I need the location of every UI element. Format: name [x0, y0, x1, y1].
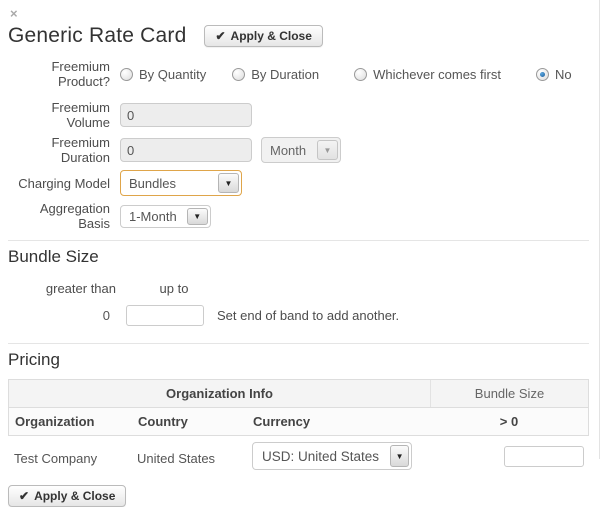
radio-label: By Quantity [139, 67, 206, 82]
band-end-input[interactable] [126, 305, 204, 326]
currency-cell: USD: United States ▼ [246, 438, 429, 474]
pricing-column-header-row: Organization Country Currency > 0 [9, 408, 588, 435]
chevron-down-icon: ▼ [187, 208, 208, 225]
currency-select[interactable]: USD: United States ▼ [252, 442, 412, 470]
band-row: 0 Set end of band to add another. [8, 305, 589, 326]
freemium-duration-input[interactable] [120, 138, 252, 162]
freemium-volume-input[interactable] [120, 103, 252, 127]
bundle-price-input[interactable] [504, 446, 584, 467]
charging-model-select[interactable]: Bundles ▼ [120, 170, 242, 196]
bundle-size-title: Bundle Size [8, 247, 589, 267]
apply-close-button-top[interactable]: ✔ Apply & Close [204, 25, 322, 47]
footer: ✔ Apply & Close [8, 485, 589, 507]
aggregation-basis-row: Aggregation Basis 1-Month ▼ [8, 201, 589, 231]
currency-column-header: Currency [247, 408, 430, 435]
pricing-table-body: Test Company United States USD: United S… [8, 438, 589, 474]
freemium-product-label: Freemium Product? [8, 59, 120, 89]
radio-option-no[interactable]: No [536, 67, 572, 82]
freemium-duration-row: Freemium Duration Month ▼ [8, 135, 589, 165]
freemium-product-row: Freemium Product? By Quantity By Duratio… [8, 59, 589, 89]
radio-option-by-quantity[interactable]: By Quantity [120, 67, 206, 82]
duration-unit-value: Month [262, 143, 315, 158]
section-divider [8, 343, 589, 344]
bundle-band-column-header: > 0 [430, 408, 588, 435]
organization-cell: Test Company [8, 443, 131, 470]
check-icon: ✔ [19, 489, 29, 503]
band-headers: greater than up to [8, 281, 589, 296]
chevron-down-icon: ▼ [317, 140, 338, 160]
organization-column-header: Organization [9, 408, 132, 435]
aggregation-basis-value: 1-Month [121, 209, 185, 224]
apply-close-button-bottom[interactable]: ✔ Apply & Close [8, 485, 126, 507]
band-hint-text: Set end of band to add another. [217, 308, 399, 323]
organization-info-group-header: Organization Info [9, 380, 430, 407]
close-icon[interactable]: × [8, 7, 20, 21]
pricing-title: Pricing [8, 350, 589, 370]
radio-option-by-duration[interactable]: By Duration [232, 67, 319, 82]
freemium-volume-row: Freemium Volume [8, 100, 589, 130]
check-icon: ✔ [215, 29, 225, 43]
radio-icon[interactable] [354, 68, 367, 81]
page-title: Generic Rate Card [8, 24, 186, 48]
duration-unit-select[interactable]: Month ▼ [261, 137, 341, 163]
bundle-size-group-header: Bundle Size [430, 380, 588, 407]
chevron-down-icon: ▼ [390, 445, 409, 467]
radio-label: Whichever comes first [373, 67, 501, 82]
apply-close-label: Apply & Close [34, 489, 115, 503]
radio-icon-selected[interactable] [536, 68, 549, 81]
section-divider [8, 240, 589, 241]
aggregation-basis-label: Aggregation Basis [8, 201, 120, 231]
table-row: Test Company United States USD: United S… [8, 438, 589, 474]
up-to-header: up to [126, 281, 222, 296]
chevron-down-icon: ▼ [218, 173, 239, 193]
bundle-price-cell [429, 442, 589, 471]
apply-close-label: Apply & Close [231, 29, 312, 43]
pricing-table: Organization Info Bundle Size Organizati… [8, 379, 589, 436]
country-cell: United States [131, 443, 246, 470]
charging-model-row: Charging Model Bundles ▼ [8, 170, 589, 196]
radio-option-whichever-first[interactable]: Whichever comes first [354, 67, 501, 82]
aggregation-basis-select[interactable]: 1-Month ▼ [120, 205, 211, 228]
header: Generic Rate Card ✔ Apply & Close [8, 24, 589, 48]
radio-label: No [555, 67, 572, 82]
radio-icon[interactable] [120, 68, 133, 81]
rate-card-panel: × Generic Rate Card ✔ Apply & Close Free… [0, 0, 599, 507]
band-start-value: 0 [8, 308, 110, 323]
radio-label: By Duration [251, 67, 319, 82]
country-column-header: Country [132, 408, 247, 435]
greater-than-header: greater than [8, 281, 116, 296]
currency-value: USD: United States [253, 449, 388, 464]
charging-model-value: Bundles [121, 176, 216, 191]
freemium-duration-label: Freemium Duration [8, 135, 120, 165]
charging-model-label: Charging Model [8, 176, 120, 191]
freemium-volume-label: Freemium Volume [8, 100, 120, 130]
freemium-radio-group: By Quantity By Duration Whichever comes … [120, 67, 589, 82]
radio-icon[interactable] [232, 68, 245, 81]
pricing-group-header-row: Organization Info Bundle Size [9, 380, 588, 408]
